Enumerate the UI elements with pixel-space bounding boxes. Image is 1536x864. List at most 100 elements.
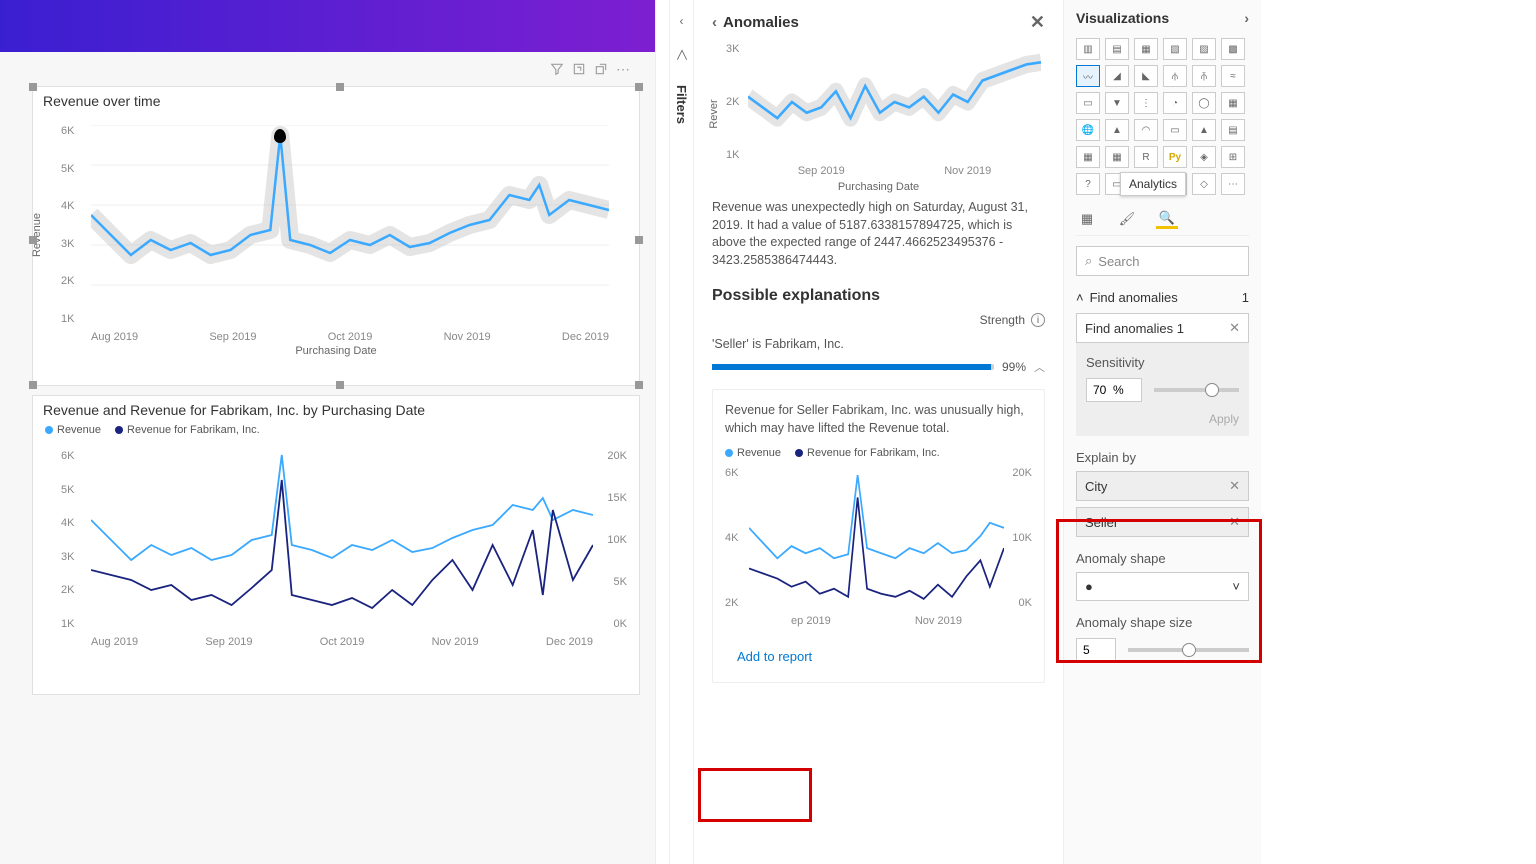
x-axis-label: Purchasing Date	[295, 345, 376, 357]
anomalies-pane: ‹ Anomalies ✕ Rever 3K2K1K Sep 2019Nov 2…	[693, 0, 1063, 864]
focus-icon[interactable]	[571, 61, 587, 77]
donut-icon[interactable]: ◯	[1192, 92, 1216, 114]
combo2-icon[interactable]: ⫚	[1192, 65, 1216, 87]
stacked-column-icon[interactable]: ▦	[1134, 38, 1158, 60]
stacked-bar-icon[interactable]: ▥	[1076, 38, 1100, 60]
decomp-icon[interactable]: ⊞	[1221, 146, 1245, 168]
ribbon-icon[interactable]: ≈	[1221, 65, 1245, 87]
key-influencers-icon[interactable]: ◈	[1192, 146, 1216, 168]
column100-icon[interactable]: ▩	[1221, 38, 1245, 60]
qa-icon[interactable]: ?	[1076, 173, 1100, 195]
close-icon[interactable]: ✕	[1030, 12, 1045, 33]
visual-revenue-fabrikam[interactable]: Revenue and Revenue for Fabrikam, Inc. b…	[32, 395, 640, 695]
format-tab-icon[interactable]: 🖌	[1116, 209, 1138, 229]
search-input[interactable]: ⌕ Search	[1076, 246, 1249, 276]
table-icon[interactable]: ▦	[1076, 146, 1100, 168]
strength-pct: 99%	[1002, 360, 1026, 374]
more-viz-icon[interactable]: ⋯	[1221, 173, 1245, 195]
find-anomalies-section[interactable]: ˄ Find anomalies 1	[1076, 290, 1249, 305]
pie-icon[interactable]: ◔	[1163, 92, 1187, 114]
chart-title: Revenue and Revenue for Fabrikam, Inc. b…	[33, 396, 639, 424]
bookmark-icon[interactable]	[670, 48, 693, 65]
matrix-icon[interactable]: ▦	[1105, 146, 1129, 168]
filled-map-icon[interactable]: ▲	[1105, 119, 1129, 141]
more-icon[interactable]: ⋯	[615, 61, 631, 77]
analytics-tab-icon[interactable]: 🔍	[1156, 209, 1178, 229]
remove-icon[interactable]: ✕	[1229, 320, 1240, 336]
divider	[655, 0, 669, 864]
explanation-card: Revenue for Seller Fabrikam, Inc. was un…	[712, 389, 1045, 683]
explanations-title: Possible explanations	[712, 287, 1045, 305]
explain-by-label: Explain by	[1076, 450, 1249, 465]
sensitivity-slider[interactable]	[1154, 388, 1239, 392]
collapse-chevron-icon[interactable]: ︿	[1034, 359, 1045, 375]
remove-chip-icon[interactable]: ✕	[1229, 514, 1240, 530]
anomaly-marker[interactable]	[274, 129, 286, 143]
strength-bar	[712, 364, 994, 370]
card-description: Revenue for Seller Fabrikam, Inc. was un…	[725, 402, 1032, 437]
add-to-report-link[interactable]: Add to report	[725, 643, 824, 670]
visualizations-pane: Visualizations › ▥ ▤ ▦ ▧ ▨ ▩ 〰 ◢ ◣ ⫛ ⫚ ≈…	[1063, 0, 1261, 864]
powerapps-icon[interactable]: ◇	[1192, 173, 1216, 195]
clustered-bar-icon[interactable]: ▤	[1105, 38, 1129, 60]
anomaly-mini-chart: Rever 3K2K1K Sep 2019Nov 2019 Purchasing…	[712, 39, 1045, 189]
combo-icon[interactable]: ⫛	[1163, 65, 1187, 87]
kpi-icon[interactable]: ▲	[1192, 119, 1216, 141]
sensitivity-label: Sensitivity	[1086, 355, 1239, 370]
treemap-icon[interactable]: ▦	[1221, 92, 1245, 114]
title-bar	[0, 0, 655, 52]
fields-tab-icon[interactable]: ▦	[1076, 209, 1098, 229]
report-canvas[interactable]: ⋯ Revenue over time Revenue 6K5K4K3K2K1K…	[0, 0, 655, 864]
shape-size-slider[interactable]	[1128, 648, 1249, 652]
y-ticks-left: 6K5K4K3K2K1K	[61, 450, 74, 630]
popout-icon[interactable]	[593, 61, 609, 77]
anomaly-shape-label: Anomaly shape	[1076, 551, 1249, 566]
expand-chevron-icon[interactable]: ›	[1244, 10, 1249, 26]
stacked-area-icon[interactable]: ◣	[1134, 65, 1158, 87]
r-icon[interactable]: R	[1134, 146, 1158, 168]
apply-button[interactable]: Apply	[1086, 412, 1239, 426]
explanation-text: 'Seller' is Fabrikam, Inc.	[712, 337, 1045, 351]
clustered-column-icon[interactable]: ▧	[1163, 38, 1187, 60]
filters-label: Filters	[674, 85, 689, 124]
filters-pane-collapsed[interactable]: ‹ Filters	[669, 0, 693, 864]
explain-by-chip-seller[interactable]: Seller ✕	[1076, 507, 1249, 537]
sensitivity-input[interactable]	[1086, 378, 1142, 402]
visual-revenue-over-time[interactable]: ⋯ Revenue over time Revenue 6K5K4K3K2K1K…	[32, 86, 640, 386]
expand-filters-chevron-icon[interactable]: ‹	[670, 14, 693, 28]
dual-line-chart	[91, 450, 593, 630]
chart-title: Revenue over time	[33, 87, 639, 115]
card-icon[interactable]: ▭	[1163, 119, 1187, 141]
y-axis-label: Revenue	[31, 213, 43, 257]
anomalies-title: Anomalies	[723, 14, 799, 31]
waterfall-icon[interactable]: ▭	[1076, 92, 1100, 114]
back-chevron-icon[interactable]: ‹	[712, 14, 717, 31]
shape-size-input[interactable]	[1076, 638, 1116, 662]
info-icon[interactable]: i	[1031, 313, 1045, 327]
line-icon[interactable]: 〰	[1076, 65, 1100, 87]
filter-icon[interactable]	[549, 61, 565, 77]
analytics-tooltip: Analytics	[1120, 172, 1186, 196]
x-ticks: Aug 2019Sep 2019Oct 2019Nov 2019Dec 2019	[91, 636, 593, 648]
map-icon[interactable]: 🌐	[1076, 119, 1100, 141]
legend: Revenue Revenue for Fabrikam, Inc.	[33, 424, 639, 440]
gauge-icon[interactable]: ◠	[1134, 119, 1158, 141]
scatter-icon[interactable]: ⋮	[1134, 92, 1158, 114]
explain-by-chip-city[interactable]: City ✕	[1076, 471, 1249, 501]
find-anomalies-card[interactable]: Find anomalies 1 ✕	[1076, 313, 1249, 343]
search-icon: ⌕	[1085, 253, 1092, 269]
area-icon[interactable]: ◢	[1105, 65, 1129, 87]
anomaly-shape-size-label: Anomaly shape size	[1076, 615, 1249, 630]
x-ticks: Aug 2019Sep 2019Oct 2019Nov 2019Dec 2019	[91, 331, 609, 343]
marker-preview-icon: ●	[1085, 579, 1093, 594]
remove-chip-icon[interactable]: ✕	[1229, 478, 1240, 494]
anomaly-shape-select[interactable]: ● ˅	[1076, 572, 1249, 601]
py-icon[interactable]: Py	[1163, 146, 1187, 168]
anomaly-description: Revenue was unexpectedly high on Saturda…	[712, 199, 1045, 269]
chevron-down-icon: ˄	[1076, 290, 1084, 305]
funnel-icon[interactable]: ▼	[1105, 92, 1129, 114]
slicer-icon[interactable]: ▤	[1221, 119, 1245, 141]
y-ticks-right: 20K15K10K5K0K	[607, 450, 627, 630]
viz-title: Visualizations	[1076, 10, 1169, 26]
bar100-icon[interactable]: ▨	[1192, 38, 1216, 60]
